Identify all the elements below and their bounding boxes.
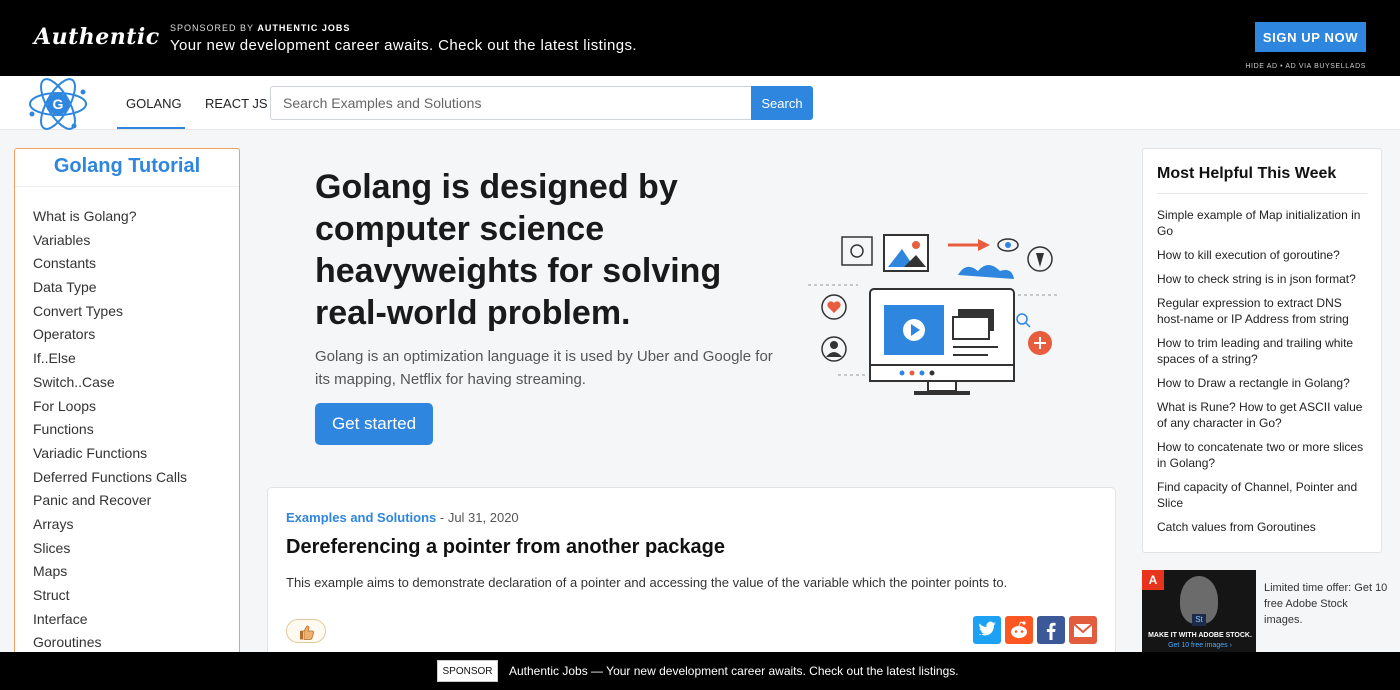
share-reddit-button[interactable] (1005, 616, 1033, 644)
sponsor-name: AUTHENTIC JOBS (257, 23, 351, 33)
sidebar-item-operators[interactable]: Operators (33, 323, 239, 347)
adobe-stock-ad-text[interactable]: Limited time offer: Get 10 free Adobe St… (1264, 580, 1388, 628)
post-date: - Jul 31, 2020 (436, 510, 519, 525)
helpful-link[interactable]: Regular expression to extract DNS host-n… (1157, 295, 1371, 327)
sponsor-badge[interactable]: SPONSOR (437, 660, 498, 682)
sidebar-title[interactable]: Golang Tutorial (15, 155, 239, 187)
sidebar-item-variables[interactable]: Variables (33, 229, 239, 253)
share-twitter-button[interactable] (973, 616, 1001, 644)
navbar: G GOLANG REACT JS Search (0, 76, 1400, 130)
top-ad-bar: Authentic SPONSORED BY AUTHENTIC JOBS Yo… (0, 0, 1400, 76)
bottom-sponsor-bar: SPONSOR Authentic Jobs — Your new develo… (0, 652, 1400, 690)
post-excerpt: This example aims to demonstrate declara… (286, 575, 1008, 590)
helpful-link[interactable]: What is Rune? How to get ASCII value of … (1157, 399, 1371, 431)
get-started-button[interactable]: Get started (315, 403, 433, 445)
hero-subtitle: Golang is an optimization language it is… (315, 348, 773, 388)
helpful-link[interactable]: How to check string is in json format? (1157, 271, 1371, 287)
search-input[interactable] (270, 86, 751, 120)
sign-up-button[interactable]: SIGN UP NOW (1255, 22, 1366, 52)
search-button[interactable]: Search (751, 86, 813, 120)
st-badge-icon: St (1192, 614, 1206, 626)
post-card: Examples and Solutions - Jul 31, 2020 De… (267, 487, 1116, 657)
facebook-icon (1046, 622, 1056, 640)
sidebar-item-what-is-golang[interactable]: What is Golang? (33, 205, 239, 229)
sidebar-item-panic-recover[interactable]: Panic and Recover (33, 489, 239, 513)
sidebar-item-data-type[interactable]: Data Type (33, 276, 239, 300)
most-helpful-title: Most Helpful This Week (1157, 165, 1337, 182)
sidebar-item-maps[interactable]: Maps (33, 560, 239, 584)
reddit-icon (1011, 621, 1027, 638)
adobe-stock-ad-image[interactable]: A St MAKE IT WITH ADOBE STOCK. Get 10 fr… (1142, 570, 1256, 652)
sponsored-label: SPONSORED BY AUTHENTIC JOBS (170, 23, 350, 33)
ad-image-sub: Get 10 free images › (1168, 642, 1232, 649)
thumbs-up-icon (300, 625, 314, 640)
hero-illustration-icon (808, 234, 1058, 395)
share-facebook-button[interactable] (1037, 616, 1065, 644)
ad-image-headline: MAKE IT WITH ADOBE STOCK. (1148, 632, 1252, 639)
sidebar-item-convert-types[interactable]: Convert Types (33, 300, 239, 324)
sidebar-item-interface[interactable]: Interface (33, 608, 239, 632)
helpful-link[interactable]: Simple example of Map initialization in … (1157, 207, 1371, 239)
most-helpful-list: Simple example of Map initialization in … (1157, 207, 1371, 543)
svg-text:G: G (53, 96, 64, 112)
ad-tagline[interactable]: Your new development career awaits. Chec… (170, 37, 637, 54)
gmail-icon (1073, 623, 1093, 637)
sidebar-item-if-else[interactable]: If..Else (33, 347, 239, 371)
post-category-link[interactable]: Examples and Solutions (286, 510, 436, 525)
helpful-link[interactable]: Catch values from Goroutines (1157, 519, 1371, 535)
like-button[interactable] (286, 619, 326, 643)
tutorial-list: What is Golang? Variables Constants Data… (15, 187, 239, 655)
post-meta: Examples and Solutions - Jul 31, 2020 (286, 510, 519, 525)
adobe-logo-icon: A (1142, 570, 1164, 590)
sidebar-item-deferred-functions[interactable]: Deferred Functions Calls (33, 466, 239, 490)
post-title[interactable]: Dereferencing a pointer from another pac… (286, 536, 725, 559)
sidebar-item-struct[interactable]: Struct (33, 584, 239, 608)
hide-ad-link[interactable]: HIDE AD • AD VIA BUYSELLADS (1245, 63, 1366, 70)
sidebar-item-for-loops[interactable]: For Loops (33, 395, 239, 419)
helpful-link[interactable]: How to concatenate two or more slices in… (1157, 439, 1371, 471)
sponsored-prefix: SPONSORED BY (170, 23, 258, 33)
active-tab-indicator (117, 127, 185, 129)
helpful-link[interactable]: Find capacity of Channel, Pointer and Sl… (1157, 479, 1371, 511)
share-gmail-button[interactable] (1069, 616, 1097, 644)
tab-react-js[interactable]: REACT JS (205, 96, 268, 111)
tutorial-sidebar: Golang Tutorial What is Golang? Variable… (14, 148, 240, 658)
sidebar-item-switch-case[interactable]: Switch..Case (33, 371, 239, 395)
authentic-logo[interactable]: Authentic (34, 24, 160, 50)
sidebar-item-slices[interactable]: Slices (33, 537, 239, 561)
helpful-link[interactable]: How to trim leading and trailing white s… (1157, 335, 1371, 367)
sidebar-item-constants[interactable]: Constants (33, 252, 239, 276)
helpful-link[interactable]: How to kill execution of goroutine? (1157, 247, 1371, 263)
sidebar-item-functions[interactable]: Functions (33, 418, 239, 442)
twitter-icon (979, 621, 996, 636)
hero-title: Golang is designed by computer science h… (315, 168, 722, 332)
sidebar-item-variadic-functions[interactable]: Variadic Functions (33, 442, 239, 466)
divider (1157, 193, 1367, 194)
most-helpful-panel: Most Helpful This Week Simple example of… (1142, 148, 1382, 553)
site-logo-icon[interactable]: G (26, 76, 90, 132)
sidebar-item-arrays[interactable]: Arrays (33, 513, 239, 537)
bottom-sponsor-text[interactable]: Authentic Jobs — Your new development ca… (509, 664, 959, 678)
helpful-link[interactable]: How to Draw a rectangle in Golang? (1157, 375, 1371, 391)
tab-golang[interactable]: GOLANG (126, 96, 182, 111)
